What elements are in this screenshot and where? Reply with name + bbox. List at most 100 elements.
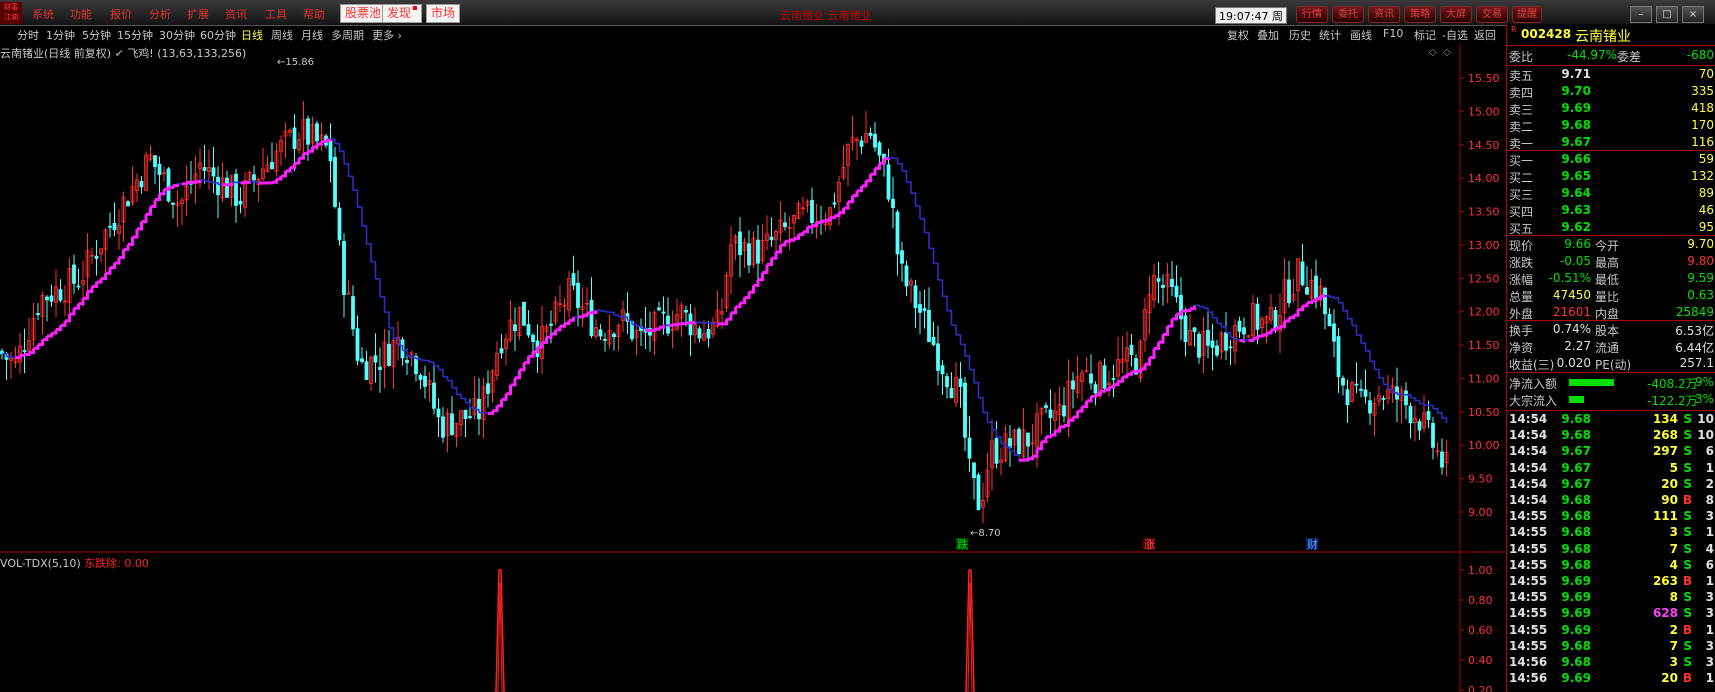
sys-bigscreen-button[interactable]: 大屏: [1440, 6, 1472, 23]
sys-news-button[interactable]: 资讯: [1368, 6, 1400, 23]
moving-average-segment: [1145, 357, 1151, 366]
ask-volume: 418: [1691, 101, 1714, 115]
menu-extend[interactable]: 扩展: [187, 6, 209, 22]
candle-body: [22, 350, 27, 352]
period-more[interactable]: 更多 ›: [372, 27, 402, 43]
tick-time: 14:55: [1509, 509, 1548, 524]
moving-average-segment: [281, 170, 287, 178]
tick-row: 14:55 9.69 2 B 1: [1507, 623, 1715, 639]
tool-overlay[interactable]: 叠加: [1257, 27, 1279, 43]
moving-average-segment: [159, 189, 166, 196]
candlestick-chart[interactable]: 15.50 15.00 14.50 14.00 13.50 13.00 12.50 12.00…: [0, 44, 1505, 553]
moving-average-segment: [627, 319, 633, 325]
moving-average-segment: [141, 214, 148, 224]
moving-average-segment: [348, 175, 354, 191]
sys-trade-button[interactable]: 委托: [1332, 6, 1364, 23]
moving-average-segment: [380, 296, 386, 313]
minimize-icon[interactable]: –: [1630, 6, 1652, 23]
period-1min[interactable]: 1分钟: [46, 27, 75, 43]
candle-body: [432, 382, 436, 409]
menu-analysis[interactable]: 分析: [149, 6, 171, 22]
moving-average-segment: [1212, 316, 1218, 324]
menu-function[interactable]: 功能: [70, 6, 92, 22]
menu-news[interactable]: 资讯: [225, 6, 247, 22]
price-tick-label: 14.00: [1468, 172, 1500, 185]
moving-average-segment: [1329, 296, 1335, 299]
menu-tools[interactable]: 工具: [265, 6, 287, 22]
tool-history[interactable]: 历史: [1289, 27, 1311, 43]
menu-help[interactable]: 帮助: [303, 6, 325, 22]
tick-count: 3: [1705, 509, 1714, 524]
moving-average-segment: [443, 376, 449, 381]
sys-alert-button[interactable]: 提醒: [1512, 6, 1542, 23]
period-15min[interactable]: 15分钟: [117, 27, 153, 43]
high-price-label: ←15.86: [277, 57, 314, 68]
bid-row: 买三 9.64 89: [1507, 186, 1715, 202]
block-inflow-bar: [1569, 396, 1584, 403]
moving-average-segment: [303, 151, 310, 155]
candle-body: [1314, 275, 1318, 299]
candle-body: [576, 282, 580, 308]
stat-row: 收益(三) 0.020 PE(动) 257.1: [1507, 356, 1715, 372]
candle-body: [49, 295, 54, 302]
price-tick-label: 13.00: [1468, 239, 1500, 252]
moving-average-segment: [384, 311, 390, 328]
tick-volume: 111: [1652, 509, 1678, 524]
tool-stats[interactable]: 统计: [1319, 27, 1341, 43]
tick-volume: 8: [1669, 590, 1678, 605]
candle-body: [486, 383, 490, 394]
moving-average-segment: [357, 206, 363, 226]
moving-average-segment: [1370, 360, 1376, 370]
discover-button[interactable]: 发现: [382, 4, 423, 23]
candle-body: [252, 174, 256, 181]
sys-strategy-button[interactable]: 策略: [1404, 6, 1436, 23]
tick-time: 14:54: [1509, 444, 1548, 459]
sys-quote-button[interactable]: 行情: [1296, 6, 1328, 23]
candle-body: [886, 164, 891, 200]
stat-label: PE(动): [1595, 358, 1632, 372]
sys-order-button[interactable]: 交易: [1476, 6, 1508, 23]
close-icon[interactable]: ×: [1682, 6, 1704, 23]
volume-chart[interactable]: 1.00 0.80 0.60 0.40 0.20: [0, 553, 1505, 692]
candle-body: [58, 289, 63, 301]
moving-average-segment: [551, 329, 557, 336]
candle-body: [783, 222, 787, 228]
candle-body: [612, 333, 616, 338]
tool-mark[interactable]: 标记: [1414, 27, 1436, 43]
moving-average-segment: [861, 180, 868, 188]
tick-side: S: [1683, 655, 1692, 669]
bid-volume: 46: [1698, 203, 1714, 217]
moving-average-segment: [911, 192, 917, 207]
market-button[interactable]: 市场: [426, 4, 461, 23]
menu-system[interactable]: 系统: [32, 6, 54, 22]
period-5min[interactable]: 5分钟: [82, 27, 111, 43]
tick-side: S: [1683, 412, 1692, 426]
moving-average-segment: [1415, 399, 1421, 404]
maximize-icon[interactable]: □: [1656, 6, 1678, 23]
tool-f10[interactable]: F10: [1383, 27, 1403, 40]
period-monthly[interactable]: 月线: [301, 27, 323, 43]
tool-watchlist[interactable]: -自选: [1442, 27, 1468, 43]
candle-body: [1300, 261, 1305, 286]
moving-average-segment: [1149, 348, 1156, 359]
stat-label: 量比: [1595, 290, 1620, 304]
tool-adjust[interactable]: 复权: [1227, 27, 1249, 43]
candle-body: [904, 265, 909, 287]
period-daily[interactable]: 日线: [241, 27, 263, 43]
moving-average-segment: [974, 381, 980, 398]
period-multi[interactable]: 多周期: [331, 27, 364, 43]
tick-time: 14:55: [1509, 638, 1548, 653]
tool-back[interactable]: 返回: [1474, 27, 1496, 43]
moving-average-segment: [1158, 334, 1165, 344]
period-30min[interactable]: 30分钟: [159, 27, 195, 43]
stock-pool-button[interactable]: 股票池: [340, 4, 387, 23]
moving-average-segment: [1023, 458, 1030, 462]
tool-draw[interactable]: 画线: [1350, 27, 1372, 43]
menu-quote[interactable]: 报价: [110, 6, 132, 22]
period-weekly[interactable]: 周线: [271, 27, 293, 43]
period-tick[interactable]: 分时: [17, 27, 39, 43]
moving-average-segment: [753, 279, 760, 287]
moving-average-segment: [794, 234, 800, 240]
tick-price: 9.69: [1561, 622, 1591, 637]
period-60min[interactable]: 60分钟: [200, 27, 236, 43]
